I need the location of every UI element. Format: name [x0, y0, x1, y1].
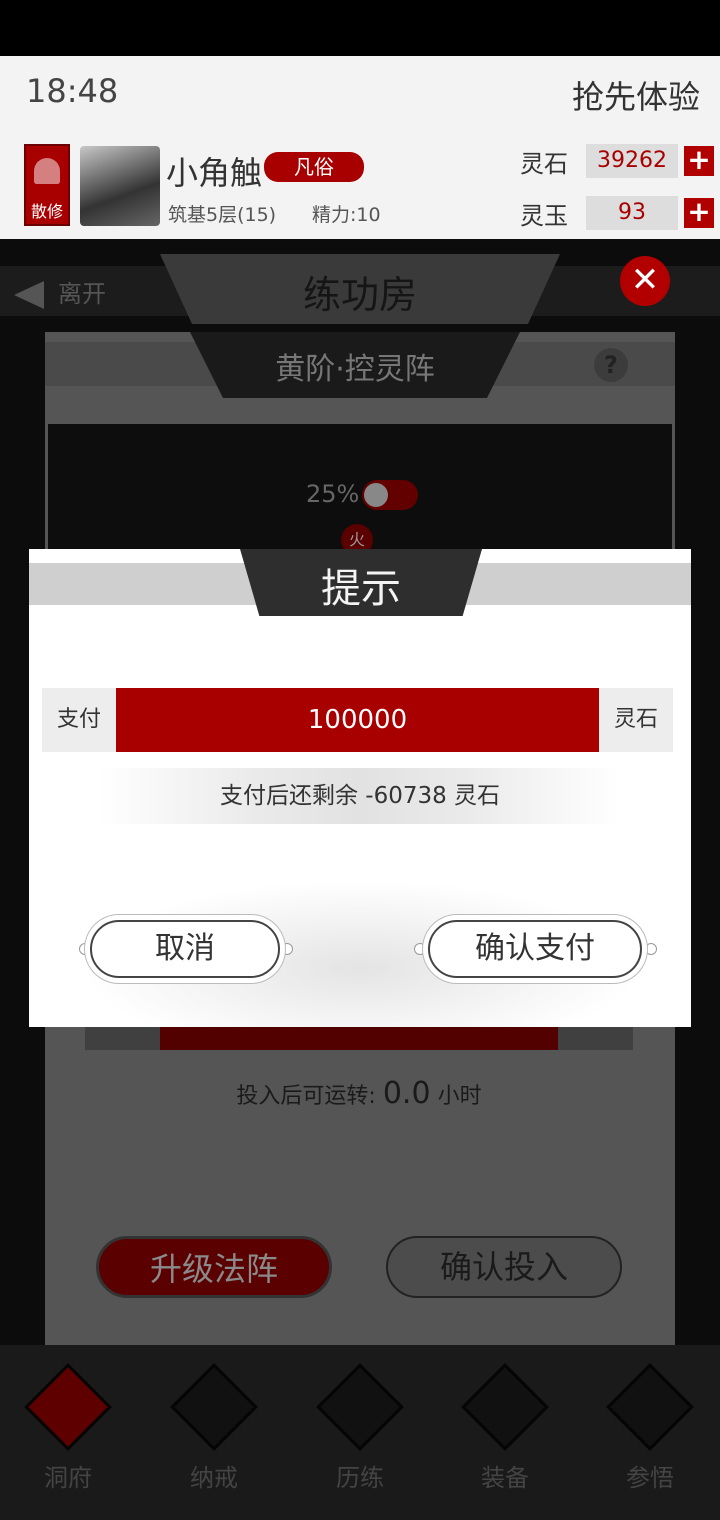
- pay-label: 支付: [56, 707, 101, 732]
- runtime-value: 0.0: [382, 1076, 431, 1111]
- nav-label: 装备: [481, 1464, 529, 1492]
- nav-item-cave[interactable]: 洞府: [18, 1363, 118, 1500]
- add-spirit-stone-button[interactable]: +: [684, 146, 714, 176]
- equipment-icon: [461, 1363, 549, 1451]
- lotus-icon: [34, 158, 60, 184]
- remaining-balance-text: 支付后还剩余 -60738 灵石: [100, 768, 620, 824]
- realm-level: 筑基5层(15): [168, 204, 277, 226]
- spirit-jade-value: 93: [586, 196, 678, 230]
- array-title: 黄阶·控灵阵: [275, 352, 435, 387]
- rank-badge: 凡俗: [264, 152, 364, 182]
- confirm-payment-button[interactable]: 确认支付: [428, 920, 642, 978]
- nav-item-insight[interactable]: 参悟: [600, 1363, 700, 1500]
- confirm-invest-button[interactable]: 确认投入: [386, 1236, 622, 1298]
- spirit-stone-label: 灵石: [520, 150, 568, 178]
- nav-item-ring[interactable]: 纳戒: [164, 1363, 264, 1500]
- add-spirit-jade-button[interactable]: +: [684, 198, 714, 228]
- avatar[interactable]: [80, 146, 160, 226]
- upgrade-array-button[interactable]: 升级法阵: [96, 1236, 332, 1298]
- button-ornament: [645, 943, 657, 955]
- spirit-stone-value: 39262: [586, 144, 678, 178]
- leave-label: 离开: [58, 280, 106, 308]
- help-icon[interactable]: ?: [594, 348, 628, 382]
- leave-button[interactable]: 离开: [14, 274, 106, 309]
- room-title: 练功房: [302, 273, 417, 317]
- cave-icon: [24, 1363, 112, 1451]
- energy-value: 精力:10: [312, 204, 381, 226]
- sect-badge-label: 散修: [30, 202, 63, 221]
- button-ornament: [414, 943, 426, 955]
- nav-item-equipment[interactable]: 装备: [455, 1363, 555, 1500]
- player-name: 小角触: [166, 154, 263, 192]
- early-access-label: 抢先体验: [571, 78, 700, 116]
- swords-icon: [316, 1363, 404, 1451]
- toggle-knob: [364, 483, 388, 507]
- status-bar: [0, 0, 720, 56]
- back-arrow-icon: [14, 281, 44, 309]
- percent-label: 25%: [306, 480, 360, 508]
- dialog-title: 提示: [321, 566, 401, 612]
- runtime-unit: 小时: [437, 1084, 482, 1109]
- nav-label: 参悟: [626, 1464, 674, 1492]
- cancel-button[interactable]: 取消: [90, 920, 280, 978]
- nav-label: 历练: [336, 1464, 384, 1492]
- spirit-jade-label: 灵玉: [520, 202, 568, 230]
- pay-amount-field[interactable]: 100000: [116, 688, 599, 752]
- button-ornament: [281, 943, 293, 955]
- nav-label: 洞府: [44, 1464, 92, 1492]
- runtime-prefix: 投入后可运转:: [236, 1084, 376, 1109]
- book-icon: [606, 1363, 694, 1451]
- pay-unit: 灵石: [613, 707, 658, 732]
- close-button[interactable]: ✕: [620, 256, 670, 306]
- clock: 18:48: [26, 72, 119, 110]
- sect-badge[interactable]: 散修: [24, 144, 70, 226]
- runtime-text: 投入后可运转: 0.0 小时: [85, 1068, 633, 1120]
- nav-label: 纳戒: [190, 1464, 238, 1492]
- nav-item-training[interactable]: 历练: [310, 1363, 410, 1500]
- percent-toggle[interactable]: [362, 480, 418, 510]
- ring-icon: [170, 1363, 258, 1451]
